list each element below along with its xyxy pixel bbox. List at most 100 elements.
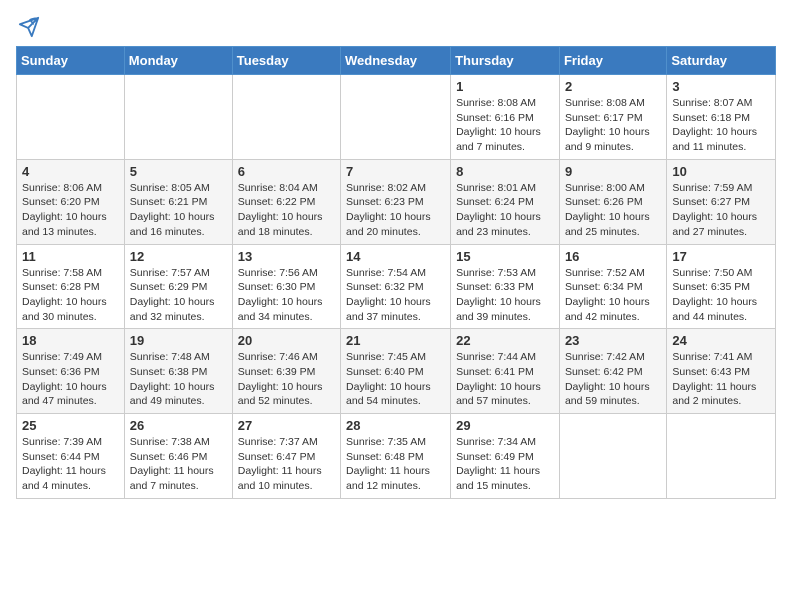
day-number: 3 xyxy=(672,79,770,94)
day-info: Sunrise: 8:08 AMSunset: 6:16 PMDaylight:… xyxy=(456,96,554,155)
day-info: Sunrise: 7:38 AMSunset: 6:46 PMDaylight:… xyxy=(130,435,227,494)
day-info: Sunrise: 7:35 AMSunset: 6:48 PMDaylight:… xyxy=(346,435,445,494)
day-number: 12 xyxy=(130,249,227,264)
day-info: Sunrise: 7:49 AMSunset: 6:36 PMDaylight:… xyxy=(22,350,119,409)
day-number: 18 xyxy=(22,333,119,348)
calendar-cell: 26 Sunrise: 7:38 AMSunset: 6:46 PMDayligh… xyxy=(124,414,232,499)
day-info: Sunrise: 8:08 AMSunset: 6:17 PMDaylight:… xyxy=(565,96,661,155)
day-number: 13 xyxy=(238,249,335,264)
day-info: Sunrise: 8:07 AMSunset: 6:18 PMDaylight:… xyxy=(672,96,770,155)
day-info: Sunrise: 8:00 AMSunset: 6:26 PMDaylight:… xyxy=(565,181,661,240)
calendar-cell: 8 Sunrise: 8:01 AMSunset: 6:24 PMDaylight… xyxy=(451,159,560,244)
calendar-cell: 2 Sunrise: 8:08 AMSunset: 6:17 PMDaylight… xyxy=(559,75,666,160)
day-number: 9 xyxy=(565,164,661,179)
day-number: 28 xyxy=(346,418,445,433)
calendar-cell: 12 Sunrise: 7:57 AMSunset: 6:29 PMDayligh… xyxy=(124,244,232,329)
day-info: Sunrise: 8:01 AMSunset: 6:24 PMDaylight:… xyxy=(456,181,554,240)
calendar-cell: 19 Sunrise: 7:48 AMSunset: 6:38 PMDayligh… xyxy=(124,329,232,414)
calendar-week-row: 4 Sunrise: 8:06 AMSunset: 6:20 PMDaylight… xyxy=(17,159,776,244)
day-number: 11 xyxy=(22,249,119,264)
calendar-week-row: 1 Sunrise: 8:08 AMSunset: 6:16 PMDaylight… xyxy=(17,75,776,160)
calendar-day-header: Saturday xyxy=(667,47,776,75)
day-info: Sunrise: 7:58 AMSunset: 6:28 PMDaylight:… xyxy=(22,266,119,325)
calendar-cell: 24 Sunrise: 7:41 AMSunset: 6:43 PMDayligh… xyxy=(667,329,776,414)
calendar-cell: 4 Sunrise: 8:06 AMSunset: 6:20 PMDaylight… xyxy=(17,159,125,244)
day-info: Sunrise: 8:02 AMSunset: 6:23 PMDaylight:… xyxy=(346,181,445,240)
logo xyxy=(16,16,40,38)
day-number: 6 xyxy=(238,164,335,179)
day-info: Sunrise: 7:57 AMSunset: 6:29 PMDaylight:… xyxy=(130,266,227,325)
day-info: Sunrise: 7:45 AMSunset: 6:40 PMDaylight:… xyxy=(346,350,445,409)
calendar-cell: 5 Sunrise: 8:05 AMSunset: 6:21 PMDaylight… xyxy=(124,159,232,244)
calendar-cell: 9 Sunrise: 8:00 AMSunset: 6:26 PMDaylight… xyxy=(559,159,666,244)
calendar-cell xyxy=(232,75,340,160)
calendar-cell: 25 Sunrise: 7:39 AMSunset: 6:44 PMDayligh… xyxy=(17,414,125,499)
day-info: Sunrise: 7:39 AMSunset: 6:44 PMDaylight:… xyxy=(22,435,119,494)
day-number: 20 xyxy=(238,333,335,348)
day-number: 1 xyxy=(456,79,554,94)
calendar-day-header: Thursday xyxy=(451,47,560,75)
calendar-cell: 6 Sunrise: 8:04 AMSunset: 6:22 PMDaylight… xyxy=(232,159,340,244)
day-info: Sunrise: 7:54 AMSunset: 6:32 PMDaylight:… xyxy=(346,266,445,325)
day-info: Sunrise: 7:59 AMSunset: 6:27 PMDaylight:… xyxy=(672,181,770,240)
calendar-header-row: SundayMondayTuesdayWednesdayThursdayFrid… xyxy=(17,47,776,75)
calendar-cell: 27Sunrise: 7:37 AMSunset: 6:47 PMDayligh… xyxy=(232,414,340,499)
day-number: 17 xyxy=(672,249,770,264)
calendar-cell: 13 Sunrise: 7:56 AMSunset: 6:30 PMDayligh… xyxy=(232,244,340,329)
calendar-day-header: Friday xyxy=(559,47,666,75)
day-info: Sunrise: 7:56 AMSunset: 6:30 PMDaylight:… xyxy=(238,266,335,325)
day-number: 5 xyxy=(130,164,227,179)
calendar-day-header: Monday xyxy=(124,47,232,75)
calendar-cell xyxy=(667,414,776,499)
calendar-cell: 23Sunrise: 7:42 AMSunset: 6:42 PMDayligh… xyxy=(559,329,666,414)
calendar-cell: 7 Sunrise: 8:02 AMSunset: 6:23 PMDaylight… xyxy=(341,159,451,244)
calendar-cell: 20Sunrise: 7:46 AMSunset: 6:39 PMDayligh… xyxy=(232,329,340,414)
day-number: 10 xyxy=(672,164,770,179)
calendar-week-row: 11 Sunrise: 7:58 AMSunset: 6:28 PMDayligh… xyxy=(17,244,776,329)
day-number: 15 xyxy=(456,249,554,264)
day-number: 8 xyxy=(456,164,554,179)
day-number: 25 xyxy=(22,418,119,433)
day-info: Sunrise: 8:06 AMSunset: 6:20 PMDaylight:… xyxy=(22,181,119,240)
calendar-cell: 3 Sunrise: 8:07 AMSunset: 6:18 PMDaylight… xyxy=(667,75,776,160)
calendar-cell: 22Sunrise: 7:44 AMSunset: 6:41 PMDayligh… xyxy=(451,329,560,414)
calendar-day-header: Wednesday xyxy=(341,47,451,75)
day-info: Sunrise: 7:53 AMSunset: 6:33 PMDaylight:… xyxy=(456,266,554,325)
day-info: Sunrise: 7:50 AMSunset: 6:35 PMDaylight:… xyxy=(672,266,770,325)
calendar-cell xyxy=(341,75,451,160)
calendar-day-header: Tuesday xyxy=(232,47,340,75)
day-number: 21 xyxy=(346,333,445,348)
day-info: Sunrise: 7:34 AMSunset: 6:49 PMDaylight:… xyxy=(456,435,554,494)
calendar-cell: 14 Sunrise: 7:54 AMSunset: 6:32 PMDayligh… xyxy=(341,244,451,329)
calendar-cell xyxy=(17,75,125,160)
calendar-cell: 10 Sunrise: 7:59 AMSunset: 6:27 PMDayligh… xyxy=(667,159,776,244)
day-info: Sunrise: 7:41 AMSunset: 6:43 PMDaylight:… xyxy=(672,350,770,409)
calendar-table: SundayMondayTuesdayWednesdayThursdayFrid… xyxy=(16,46,776,499)
calendar-day-header: Sunday xyxy=(17,47,125,75)
day-number: 2 xyxy=(565,79,661,94)
day-number: 24 xyxy=(672,333,770,348)
calendar-cell: 15 Sunrise: 7:53 AMSunset: 6:33 PMDayligh… xyxy=(451,244,560,329)
day-number: 27 xyxy=(238,418,335,433)
day-info: Sunrise: 7:52 AMSunset: 6:34 PMDaylight:… xyxy=(565,266,661,325)
day-number: 4 xyxy=(22,164,119,179)
logo-bird-icon xyxy=(18,16,40,38)
calendar-cell xyxy=(559,414,666,499)
day-number: 16 xyxy=(565,249,661,264)
calendar-cell: 29 Sunrise: 7:34 AMSunset: 6:49 PMDayligh… xyxy=(451,414,560,499)
calendar-cell: 18 Sunrise: 7:49 AMSunset: 6:36 PMDayligh… xyxy=(17,329,125,414)
calendar-cell: 16 Sunrise: 7:52 AMSunset: 6:34 PMDayligh… xyxy=(559,244,666,329)
calendar-cell: 1 Sunrise: 8:08 AMSunset: 6:16 PMDaylight… xyxy=(451,75,560,160)
calendar-week-row: 25 Sunrise: 7:39 AMSunset: 6:44 PMDayligh… xyxy=(17,414,776,499)
day-number: 7 xyxy=(346,164,445,179)
day-number: 26 xyxy=(130,418,227,433)
day-info: Sunrise: 8:05 AMSunset: 6:21 PMDaylight:… xyxy=(130,181,227,240)
day-number: 29 xyxy=(456,418,554,433)
calendar-cell: 28 Sunrise: 7:35 AMSunset: 6:48 PMDayligh… xyxy=(341,414,451,499)
calendar-cell: 11 Sunrise: 7:58 AMSunset: 6:28 PMDayligh… xyxy=(17,244,125,329)
day-info: Sunrise: 8:04 AMSunset: 6:22 PMDaylight:… xyxy=(238,181,335,240)
calendar-week-row: 18 Sunrise: 7:49 AMSunset: 6:36 PMDayligh… xyxy=(17,329,776,414)
day-number: 14 xyxy=(346,249,445,264)
day-info: Sunrise: 7:48 AMSunset: 6:38 PMDaylight:… xyxy=(130,350,227,409)
day-number: 19 xyxy=(130,333,227,348)
